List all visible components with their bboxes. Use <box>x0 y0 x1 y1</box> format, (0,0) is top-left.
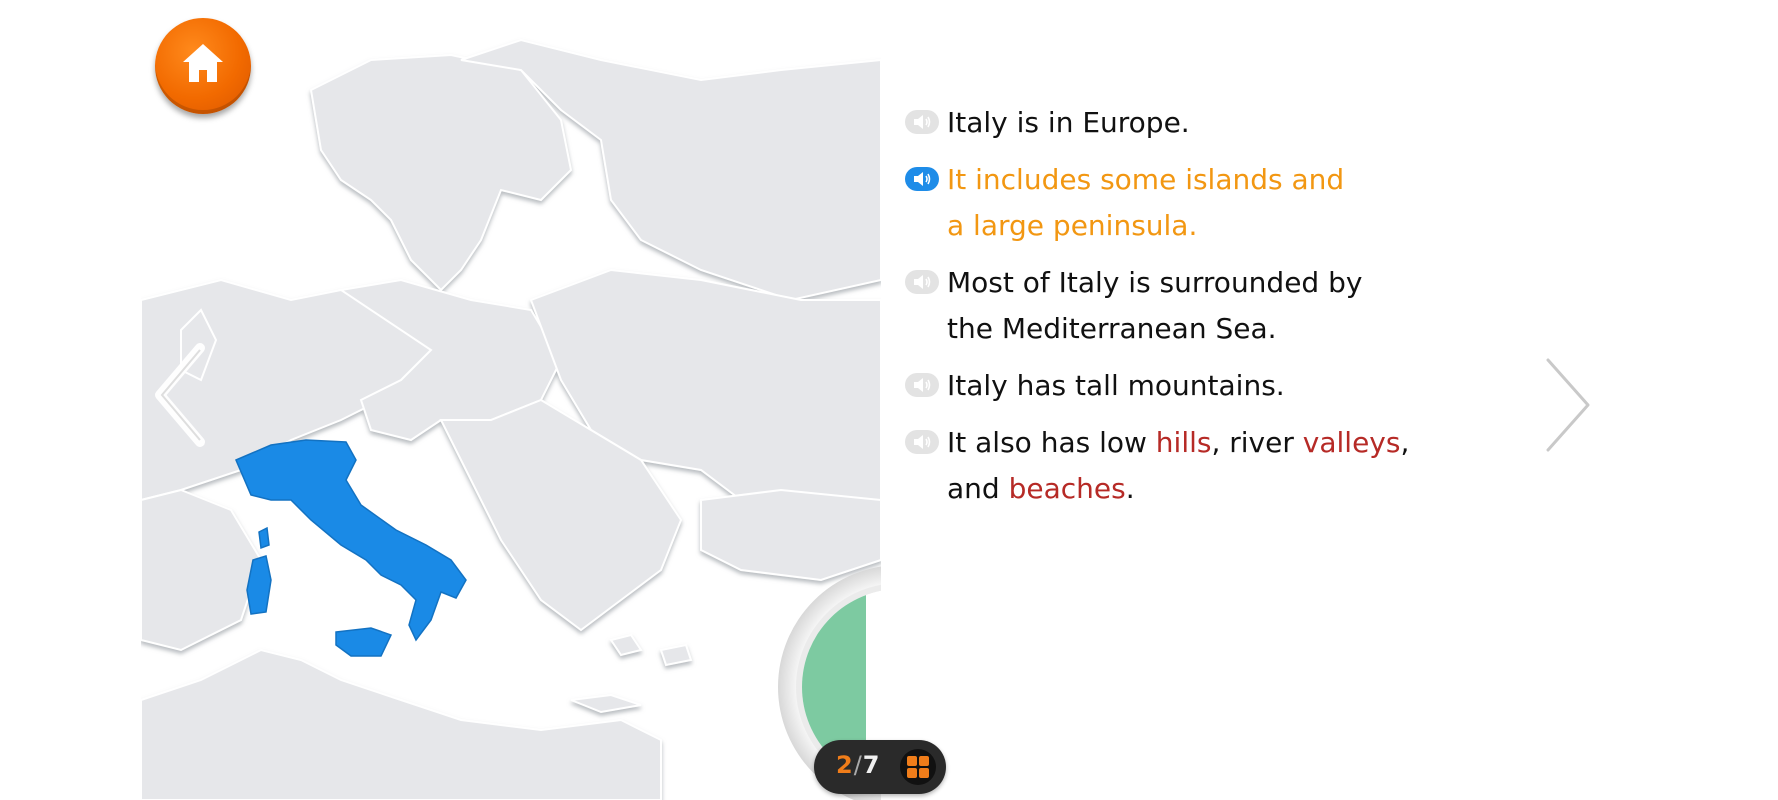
sentence-text-part: It also has low <box>947 426 1156 459</box>
sentence-5[interactable]: It also has low hills, river valleys, an… <box>905 420 1465 512</box>
previous-page-button[interactable] <box>150 340 210 450</box>
grid-icon <box>907 756 929 778</box>
keyword-valleys[interactable]: valleys <box>1303 426 1401 459</box>
page-separator: / <box>853 751 863 779</box>
sentence-text-part: and <box>947 472 1009 505</box>
sentence-text-line2: the Mediterranean Sea. <box>947 312 1277 345</box>
sentence-text-part: , <box>1400 426 1410 459</box>
keyword-hills[interactable]: hills <box>1156 426 1212 459</box>
speaker-icon <box>914 435 931 449</box>
speaker-icon <box>914 378 931 392</box>
chevron-right-icon <box>1546 358 1590 452</box>
speaker-button[interactable] <box>905 110 939 134</box>
page-grid-button[interactable] <box>900 749 936 785</box>
home-icon <box>183 44 223 82</box>
sentence-text-part: , river <box>1211 426 1303 459</box>
speaker-icon <box>914 275 931 289</box>
speaker-button[interactable] <box>905 430 939 454</box>
sentence-text-line1: Most of Italy is surrounded by <box>947 266 1363 299</box>
sentence-text: Italy is in Europe. <box>947 106 1190 139</box>
current-page: 2 <box>836 751 854 779</box>
sentence-1[interactable]: Italy is in Europe. <box>905 100 1465 146</box>
sentence-3[interactable]: Most of Italy is surrounded by the Medit… <box>905 260 1465 352</box>
sentence-text-part: . <box>1125 472 1135 505</box>
sentence-2[interactable]: It includes some islands and a large pen… <box>905 157 1465 249</box>
speaker-button[interactable] <box>905 270 939 294</box>
home-button[interactable] <box>155 18 251 114</box>
speaker-button[interactable] <box>905 373 939 397</box>
speaker-icon <box>914 172 931 186</box>
page-counter: 2/7 <box>836 751 881 779</box>
europe-map <box>141 0 881 800</box>
sentence-4[interactable]: Italy has tall mountains. <box>905 363 1465 409</box>
sentence-text-line2: a large peninsula. <box>947 209 1198 242</box>
europe-map-illustration <box>141 0 881 800</box>
keyword-beaches[interactable]: beaches <box>1009 472 1126 505</box>
sentence-text: Italy has tall mountains. <box>947 369 1285 402</box>
total-pages: 7 <box>862 751 881 779</box>
speaker-icon <box>914 115 931 129</box>
next-page-button[interactable] <box>1540 350 1600 460</box>
sentence-text-line1: It includes some islands and <box>947 163 1345 196</box>
chevron-left-icon <box>155 343 205 447</box>
page-indicator: 2/7 <box>814 740 946 794</box>
speaker-button-active[interactable] <box>905 167 939 191</box>
sentence-list: Italy is in Europe. It includes some isl… <box>905 100 1465 523</box>
